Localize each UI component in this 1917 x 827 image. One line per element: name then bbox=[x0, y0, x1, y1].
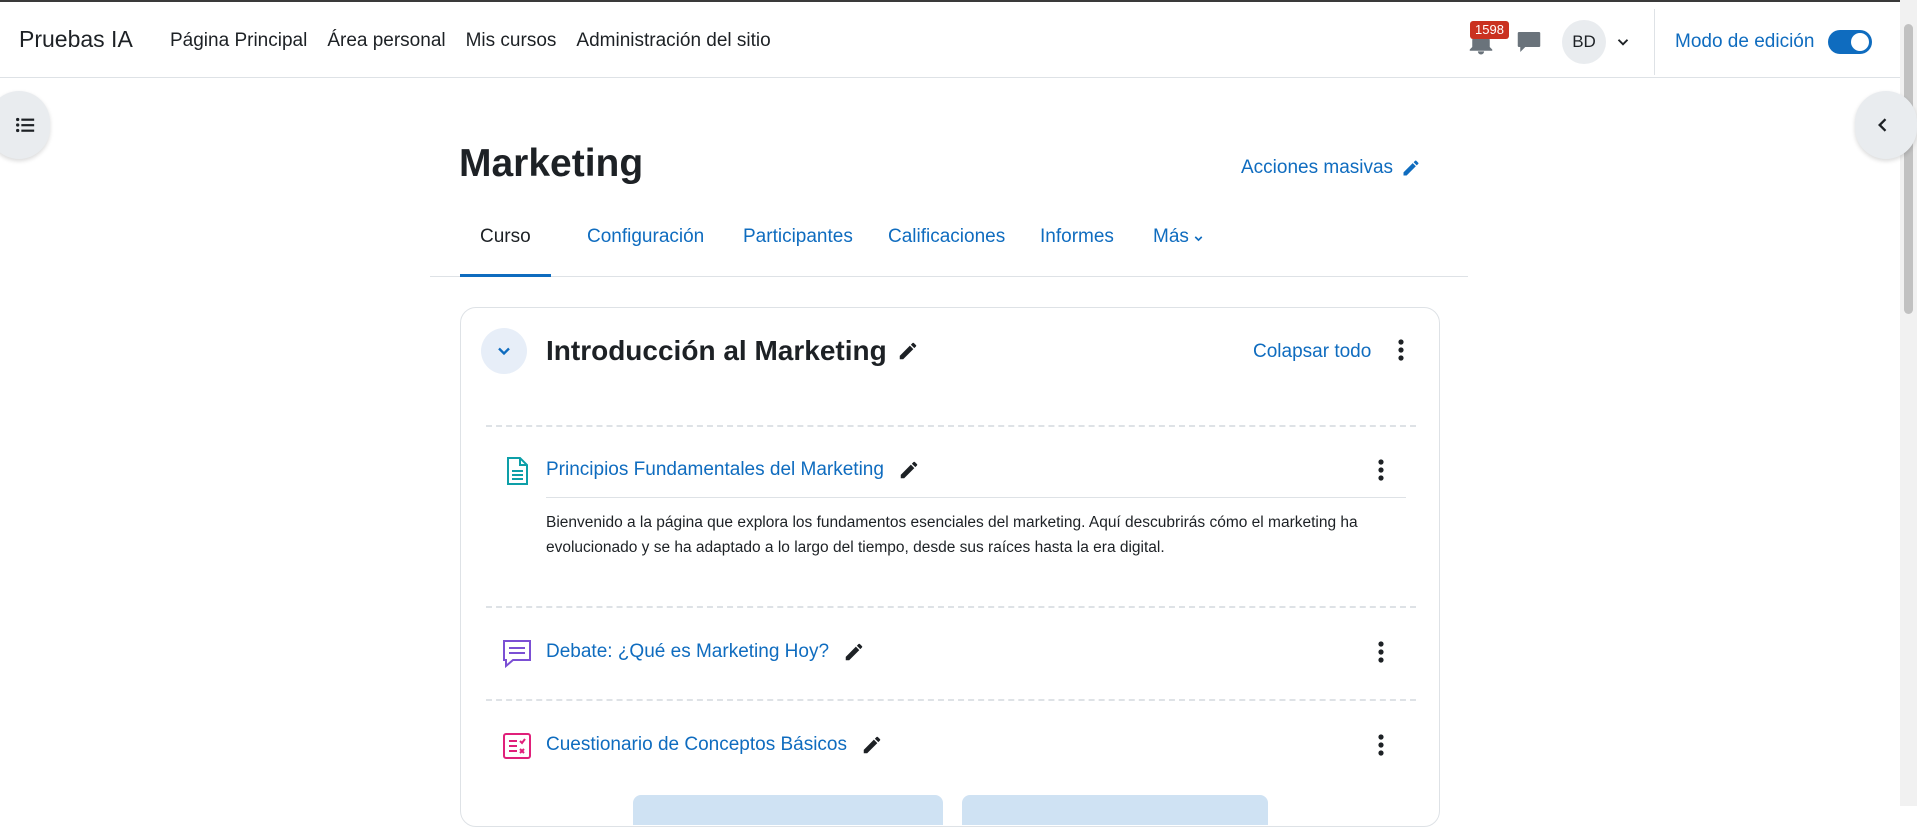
list-icon bbox=[16, 117, 35, 133]
messages-button[interactable] bbox=[1514, 27, 1544, 57]
user-avatar[interactable]: BD bbox=[1562, 20, 1606, 64]
chevron-down-icon bbox=[498, 347, 510, 356]
tab-reports[interactable]: Informes bbox=[1020, 226, 1134, 277]
nav-divider bbox=[1654, 9, 1655, 75]
pencil-icon[interactable] bbox=[897, 340, 919, 362]
restriction-chip[interactable] bbox=[633, 795, 943, 825]
activity-link[interactable]: Principios Fundamentales del Marketing bbox=[546, 459, 920, 481]
primary-navigation: Página Principal Área personal Mis curso… bbox=[170, 30, 771, 52]
collapse-all-link[interactable]: Colapsar todo bbox=[1253, 341, 1371, 363]
section-title-text: Introducción al Marketing bbox=[546, 335, 887, 366]
activity-divider bbox=[546, 497, 1406, 498]
edit-mode-toggle[interactable] bbox=[1828, 30, 1873, 54]
chevron-down-icon bbox=[1194, 236, 1203, 242]
pencil-icon[interactable] bbox=[843, 641, 865, 663]
course-index-toggle[interactable] bbox=[0, 91, 50, 159]
activity-separator bbox=[486, 425, 1416, 427]
restriction-chip[interactable] bbox=[962, 795, 1268, 825]
nav-link-my-courses[interactable]: Mis cursos bbox=[466, 30, 557, 52]
quiz-icon bbox=[503, 733, 531, 759]
notifications-button[interactable]: 1598 bbox=[1466, 21, 1509, 57]
activity-separator bbox=[486, 606, 1416, 608]
activity-name: Cuestionario de Conceptos Básicos bbox=[546, 734, 848, 755]
tab-more-label: Más bbox=[1153, 226, 1189, 247]
bulk-actions-label: Acciones masivas bbox=[1241, 157, 1394, 178]
site-brand[interactable]: Pruebas IA bbox=[19, 26, 133, 53]
bulk-actions-button[interactable]: Acciones masivas bbox=[1241, 157, 1421, 179]
activity-description: Bienvenido a la página que explora los f… bbox=[546, 514, 1358, 556]
kebab-menu-icon[interactable] bbox=[1371, 458, 1391, 484]
course-section: Introducción al Marketing Colapsar todo … bbox=[460, 307, 1440, 827]
activity-link[interactable]: Debate: ¿Qué es Marketing Hoy? bbox=[546, 641, 865, 663]
nav-link-dashboard[interactable]: Área personal bbox=[327, 30, 445, 52]
chevron-left-icon bbox=[1878, 118, 1887, 132]
block-drawer-toggle[interactable] bbox=[1855, 91, 1917, 159]
section-collapse-button[interactable] bbox=[481, 328, 527, 374]
forum-icon bbox=[503, 640, 531, 669]
tab-participants[interactable]: Participantes bbox=[723, 226, 873, 277]
section-title: Introducción al Marketing bbox=[546, 335, 919, 367]
tab-more[interactable]: Más bbox=[1133, 226, 1225, 277]
top-navbar: Pruebas IA Página Principal Área persona… bbox=[0, 0, 1900, 78]
tab-course[interactable]: Curso bbox=[460, 226, 551, 277]
kebab-menu-icon[interactable] bbox=[1371, 640, 1391, 666]
activity-link[interactable]: Cuestionario de Conceptos Básicos bbox=[546, 734, 883, 756]
nav-link-home[interactable]: Página Principal bbox=[170, 30, 307, 52]
course-secondary-nav: Curso Configuración Participantes Califi… bbox=[430, 216, 1468, 277]
nav-link-site-admin[interactable]: Administración del sitio bbox=[576, 30, 770, 52]
page-icon bbox=[507, 457, 528, 485]
scrollbar-thumb[interactable] bbox=[1904, 24, 1913, 314]
edit-mode-label: Modo de edición bbox=[1675, 31, 1815, 52]
page-title: Marketing bbox=[459, 142, 644, 185]
notification-count-badge: 1598 bbox=[1470, 21, 1509, 39]
kebab-menu-icon[interactable] bbox=[1371, 733, 1391, 759]
pencil-icon[interactable] bbox=[861, 734, 883, 756]
activity-name: Debate: ¿Qué es Marketing Hoy? bbox=[546, 641, 830, 662]
user-nav: 1598 BD Modo de edición bbox=[1466, 9, 1873, 75]
chevron-down-icon[interactable] bbox=[1614, 33, 1632, 51]
pencil-icon[interactable] bbox=[898, 459, 920, 481]
activity-separator bbox=[486, 699, 1416, 701]
pencil-icon bbox=[1403, 160, 1419, 176]
chat-icon bbox=[1517, 32, 1541, 52]
kebab-menu-icon[interactable] bbox=[1391, 338, 1411, 364]
tab-settings[interactable]: Configuración bbox=[567, 226, 724, 277]
activity-name: Principios Fundamentales del Marketing bbox=[546, 459, 884, 480]
tab-grades[interactable]: Calificaciones bbox=[868, 226, 1025, 277]
